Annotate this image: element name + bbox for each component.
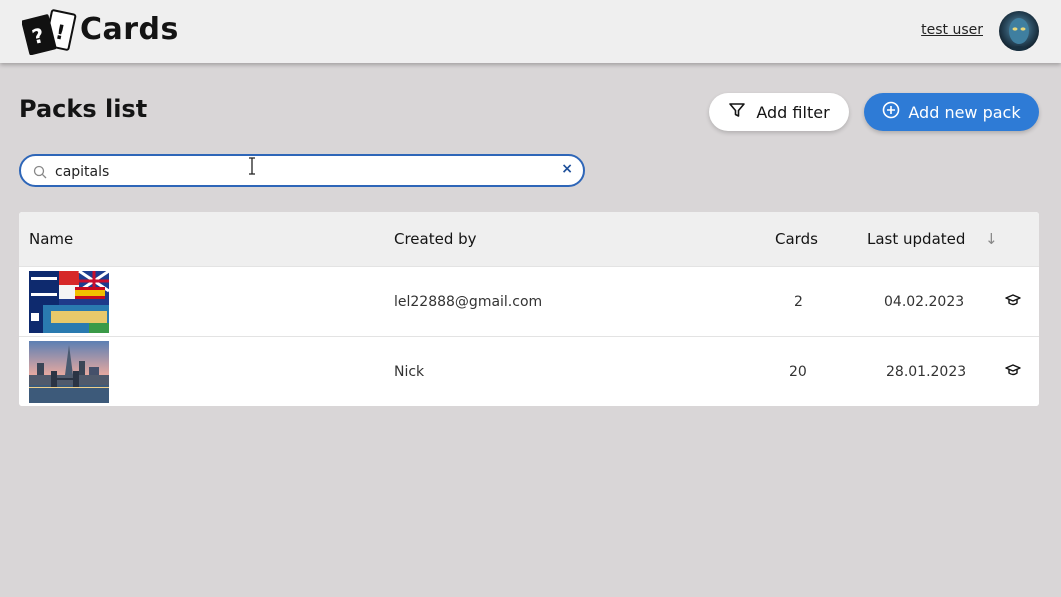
app-header: ! ? Cards test user: [0, 0, 1061, 63]
learn-icon[interactable]: [1005, 292, 1021, 312]
plus-circle-icon: [882, 101, 900, 123]
search-input[interactable]: [53, 160, 547, 184]
last-updated: 28.01.2023: [886, 364, 967, 380]
cards-count: 2: [794, 294, 803, 310]
add-filter-button[interactable]: Add filter: [709, 93, 849, 131]
search-icon: [33, 164, 47, 183]
table-header: Name Created by Cards Last updated ↓: [19, 212, 1039, 266]
add-filter-label: Add filter: [756, 102, 830, 122]
sort-arrow-icon[interactable]: ↓: [985, 230, 998, 248]
cards-count: 20: [789, 364, 807, 380]
add-new-pack-label: Add new pack: [908, 102, 1021, 122]
add-new-pack-button[interactable]: Add new pack: [864, 93, 1039, 131]
table-row[interactable]: Nick 20 28.01.2023: [19, 336, 1039, 406]
packs-table: Name Created by Cards Last updated ↓ lel…: [19, 212, 1039, 406]
pack-thumbnail: [29, 341, 109, 403]
avatar[interactable]: [999, 11, 1039, 51]
search-box: ×: [19, 154, 585, 187]
user-name-link[interactable]: test user: [921, 22, 983, 38]
table-row[interactable]: lel22888@gmail.com 2 04.02.2023: [19, 266, 1039, 337]
app-title: Cards: [80, 12, 179, 47]
learn-icon[interactable]: [1005, 362, 1021, 382]
filter-icon: [728, 101, 746, 123]
column-name[interactable]: Name: [29, 230, 73, 248]
created-by: Nick: [394, 364, 425, 380]
pack-thumbnail: [29, 271, 109, 333]
column-created-by[interactable]: Created by: [394, 230, 477, 248]
column-cards[interactable]: Cards: [775, 230, 818, 248]
logo-cards-icon[interactable]: ! ?: [21, 9, 78, 56]
page-title: Packs list: [19, 95, 148, 123]
created-by: lel22888@gmail.com: [394, 294, 543, 310]
clear-icon[interactable]: ×: [561, 161, 573, 177]
column-last-updated[interactable]: Last updated: [867, 230, 965, 248]
last-updated: 04.02.2023: [884, 294, 965, 310]
text-cursor-icon: [247, 157, 257, 175]
